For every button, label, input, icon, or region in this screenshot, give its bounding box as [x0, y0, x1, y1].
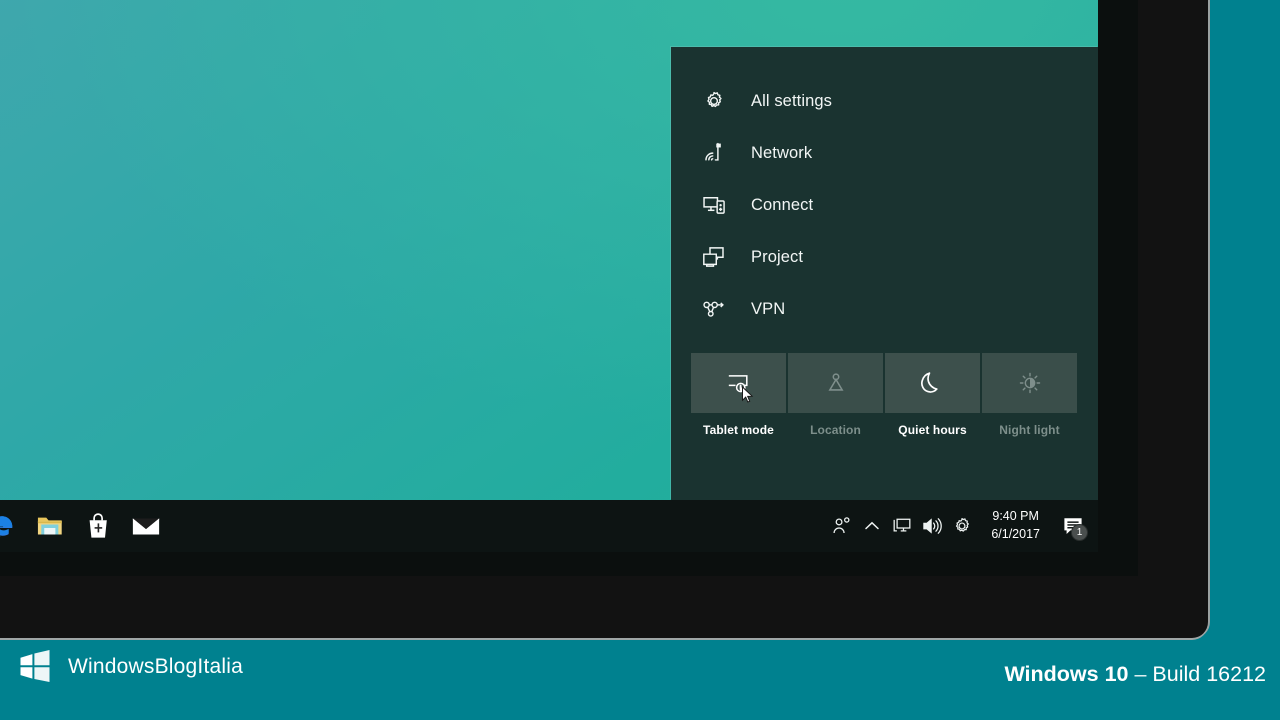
vpn-icon	[701, 296, 727, 322]
project-icon	[701, 244, 727, 270]
taskbar-mail-button[interactable]	[122, 500, 170, 552]
build-caption: Windows 10 – Build 16212	[1004, 662, 1266, 687]
mail-icon	[132, 518, 160, 535]
tile-surface[interactable]	[885, 353, 980, 413]
tile-label: Night light	[999, 423, 1060, 437]
caption-separator: –	[1134, 662, 1153, 686]
tray-people-button[interactable]	[827, 500, 857, 552]
action-center-quick-links: All settings Network Connect Project VPN	[671, 47, 1098, 335]
taskbar-microsoft-store-button[interactable]	[74, 500, 122, 552]
quick-action-quiet-hours[interactable]: Quiet hours	[885, 353, 980, 437]
connect-icon	[701, 192, 727, 218]
edge-icon	[0, 516, 13, 537]
action-center-panel[interactable]: All settings Network Connect Project VPN…	[671, 47, 1098, 500]
tray-volume-button[interactable]	[917, 500, 947, 552]
os-name: Windows 10	[1004, 662, 1129, 686]
tile-label: Tablet mode	[703, 423, 774, 437]
action-center-item-network[interactable]: Network	[671, 127, 1098, 179]
site-name: WindowsBlogItalia	[68, 655, 243, 678]
action-center-item-all-settings[interactable]: All settings	[671, 75, 1098, 127]
gear-icon	[956, 517, 970, 532]
gear-icon	[701, 88, 727, 114]
action-center-item-label: Project	[751, 247, 804, 266]
action-center-item-label: All settings	[751, 91, 832, 110]
tile-surface[interactable]	[982, 353, 1077, 413]
device-screen-area: All settings Network Connect Project VPN…	[0, 0, 1138, 576]
taskbar-pinned-apps	[0, 500, 170, 552]
taskbar-clock[interactable]: 9:40 PM 6/1/2017	[977, 500, 1052, 552]
action-center-item-vpn[interactable]: VPN	[671, 283, 1098, 335]
file-explorer-icon	[37, 517, 62, 535]
chevron-up-icon	[865, 521, 880, 530]
tray-show-hidden-icons-button[interactable]	[857, 500, 887, 552]
network-monitor-icon	[893, 518, 911, 532]
action-center-item-connect[interactable]: Connect	[671, 179, 1098, 231]
quick-action-tablet-mode[interactable]: Tablet mode	[691, 353, 786, 437]
volume-icon	[923, 518, 943, 534]
os-build: Build 16212	[1152, 662, 1266, 686]
clock-time: 9:40 PM	[992, 509, 1039, 524]
tile-label: Quiet hours	[898, 423, 967, 437]
taskbar-file-explorer-button[interactable]	[26, 500, 74, 552]
tray-settings-button[interactable]	[947, 500, 977, 552]
device-bezel: All settings Network Connect Project VPN…	[0, 0, 1208, 638]
clock-date: 6/1/2017	[991, 527, 1040, 541]
tablet-mode-icon	[728, 375, 748, 393]
network-wifi-icon	[701, 140, 727, 166]
sun-icon	[1019, 372, 1040, 394]
action-center-item-project[interactable]: Project	[671, 231, 1098, 283]
windows-flag-logo	[20, 650, 50, 682]
people-icon	[833, 517, 850, 534]
taskbar: 9:40 PM 6/1/2017 1	[0, 500, 1098, 552]
action-center-item-label: Connect	[751, 195, 814, 214]
system-tray: 9:40 PM 6/1/2017 1	[827, 500, 1098, 552]
quick-action-location[interactable]: Location	[788, 353, 883, 437]
tile-surface[interactable]	[691, 353, 786, 413]
moon-icon	[921, 371, 938, 393]
notification-count-badge: 1	[1071, 524, 1088, 541]
footer-watermark-bar: WindowsBlogItalia Windows 10 – Build 162…	[0, 638, 1280, 720]
quick-action-night-light[interactable]: Night light	[982, 353, 1077, 437]
site-branding: WindowsBlogItalia	[18, 650, 243, 684]
action-center-tray-button[interactable]: 1	[1052, 500, 1094, 552]
tile-label: Location	[810, 423, 861, 437]
action-center-item-label: VPN	[751, 299, 786, 318]
quick-action-tiles: Tablet mode Location Quiet hours Night l…	[671, 353, 1098, 437]
location-icon	[827, 373, 844, 391]
tray-network-button[interactable]	[887, 500, 917, 552]
taskbar-edge-button[interactable]	[0, 500, 26, 552]
tile-surface[interactable]	[788, 353, 883, 413]
screenshot-root: All settings Network Connect Project VPN…	[0, 0, 1280, 720]
action-center-item-label: Network	[751, 143, 813, 162]
microsoft-store-icon	[89, 513, 107, 538]
